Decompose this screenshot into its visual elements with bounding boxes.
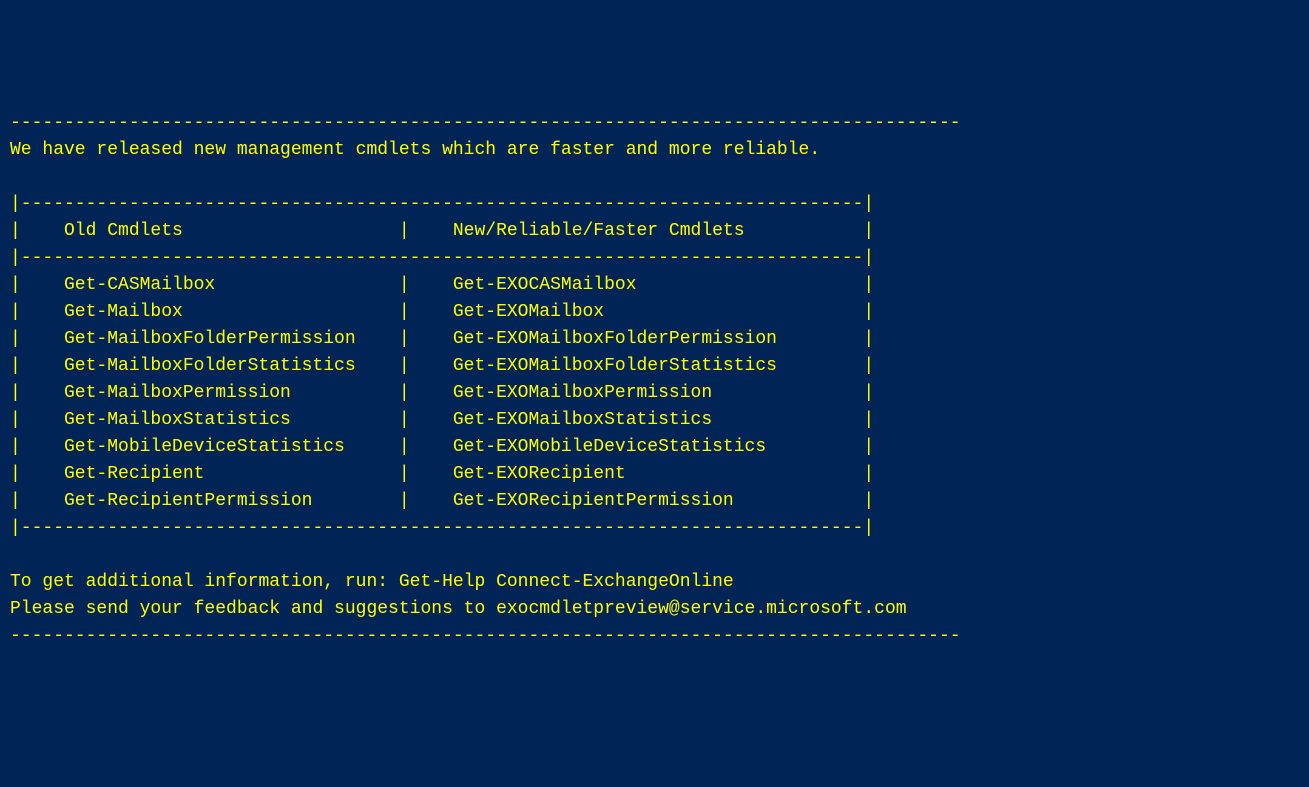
intro-text: We have released new management cmdlets … xyxy=(10,140,820,160)
table-row: | Get-Mailbox | Get-EXOMailbox | xyxy=(10,302,874,322)
powershell-terminal[interactable]: ----------------------------------------… xyxy=(0,108,1309,652)
divider-bottom: ----------------------------------------… xyxy=(10,626,961,646)
table-border-top: |---------------------------------------… xyxy=(10,194,874,214)
table-row: | Get-MailboxStatistics | Get-EXOMailbox… xyxy=(10,410,874,430)
table-row: | Get-MailboxPermission | Get-EXOMailbox… xyxy=(10,383,874,403)
table-row: | Get-MobileDeviceStatistics | Get-EXOMo… xyxy=(10,437,874,457)
divider-top: ----------------------------------------… xyxy=(10,113,961,133)
table-row: | Get-RecipientPermission | Get-EXORecip… xyxy=(10,491,874,511)
table-header: | Old Cmdlets | New/Reliable/Faster Cmdl… xyxy=(10,221,874,241)
table-separator: |---------------------------------------… xyxy=(10,248,874,268)
table-row: | Get-CASMailbox | Get-EXOCASMailbox | xyxy=(10,275,874,295)
table-row: | Get-MailboxFolderPermission | Get-EXOM… xyxy=(10,329,874,349)
help-text: To get additional information, run: Get-… xyxy=(10,572,734,592)
table-border-bottom: |---------------------------------------… xyxy=(10,518,874,538)
table-row: | Get-Recipient | Get-EXORecipient | xyxy=(10,464,874,484)
table-row: | Get-MailboxFolderStatistics | Get-EXOM… xyxy=(10,356,874,376)
feedback-text: Please send your feedback and suggestion… xyxy=(10,599,907,619)
